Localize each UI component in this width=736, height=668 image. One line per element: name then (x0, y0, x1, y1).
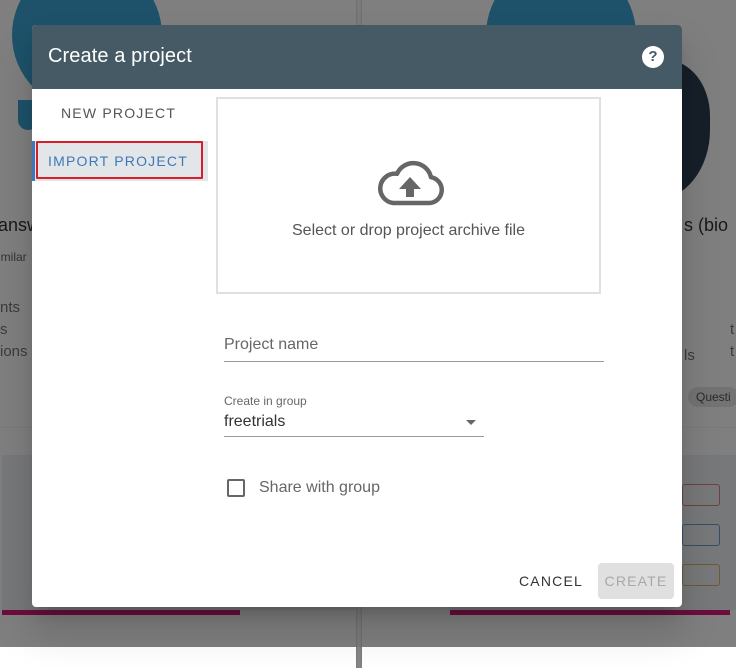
dropzone-text: Select or drop project archive file (292, 222, 525, 239)
cancel-button[interactable]: CANCEL (512, 564, 590, 598)
dialog-nav: NEW PROJECT IMPORT PROJECT (32, 89, 208, 181)
share-with-group-checkbox[interactable] (227, 479, 245, 497)
file-dropzone[interactable]: Select or drop project archive file (216, 97, 601, 294)
share-with-group-label[interactable]: Share with group (259, 479, 380, 497)
group-select-value: freetrials (224, 413, 286, 430)
nav-new-project-label: NEW PROJECT (61, 105, 177, 121)
group-select-dropdown[interactable]: freetrials (224, 408, 484, 437)
group-select-label: Create in group (224, 394, 307, 408)
project-name-field: Project name (224, 325, 604, 362)
share-with-group: Share with group (227, 479, 380, 497)
nav-new-project[interactable]: NEW PROJECT (32, 93, 208, 133)
create-button[interactable]: CREATE (598, 563, 674, 599)
create-project-dialog: Create a project ? NEW PROJECT IMPORT PR… (32, 25, 682, 607)
nav-import-project[interactable]: IMPORT PROJECT (32, 141, 208, 181)
cloud-upload-icon (378, 160, 444, 206)
dialog-header: Create a project ? (32, 25, 682, 89)
nav-import-project-label: IMPORT PROJECT (48, 153, 188, 169)
group-select: Create in group freetrials (224, 394, 484, 437)
chevron-down-icon (466, 420, 476, 425)
project-name-input[interactable]: Project name (224, 325, 604, 362)
dialog-title: Create a project (48, 45, 192, 67)
question-circle-icon[interactable]: ? (642, 46, 664, 68)
